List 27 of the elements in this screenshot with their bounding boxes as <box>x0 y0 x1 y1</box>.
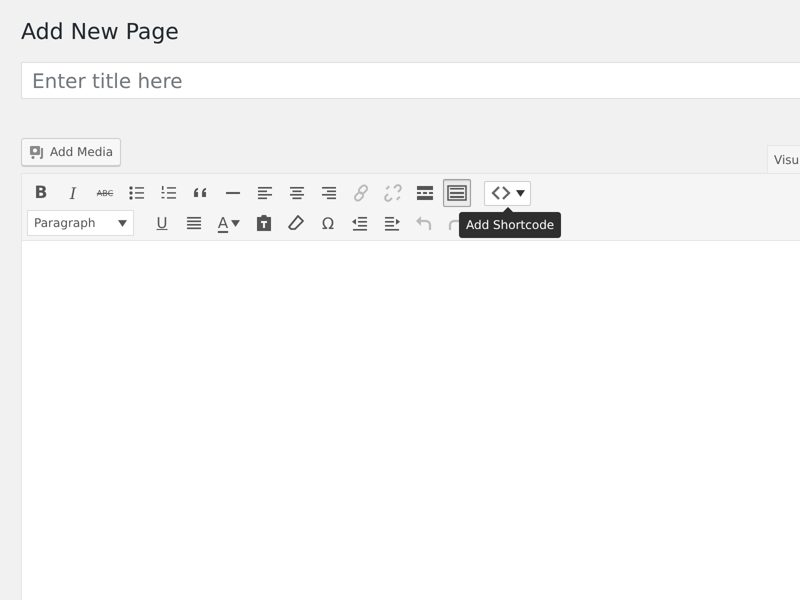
caret-icon <box>516 190 524 196</box>
link-icon <box>351 183 371 203</box>
format-select[interactable]: Paragraph <box>27 210 134 236</box>
caret-icon <box>231 220 240 226</box>
unlink-icon <box>383 183 403 203</box>
text-color-button[interactable]: A <box>212 209 246 237</box>
read-more-icon <box>415 183 435 203</box>
tooltip: Add Shortcode <box>459 212 562 238</box>
title-field[interactable]: Enter title here <box>21 62 800 99</box>
underline-button[interactable]: U <box>148 209 176 237</box>
tooltip-pointer <box>503 207 513 212</box>
keyboard-button[interactable] <box>443 179 471 207</box>
editor-tab[interactable]: Visu <box>767 145 800 173</box>
code-icon <box>490 185 510 201</box>
keyboard-icon <box>447 183 467 203</box>
eraser-icon <box>286 213 306 233</box>
special-character-button[interactable]: Ω <box>314 209 342 237</box>
shortcode-button[interactable] <box>484 180 531 206</box>
italic-button[interactable]: I <box>59 179 87 207</box>
add-media-button[interactable]: Add Media <box>21 138 122 166</box>
media-icon <box>29 144 45 160</box>
caret-icon <box>118 220 127 226</box>
clipboard-icon <box>254 213 274 233</box>
page-heading: Add New Page <box>21 19 180 47</box>
bold-button[interactable]: B <box>27 179 55 207</box>
strikethrough-button[interactable]: ABC <box>91 179 119 207</box>
horizontal-rule-icon <box>226 192 240 194</box>
